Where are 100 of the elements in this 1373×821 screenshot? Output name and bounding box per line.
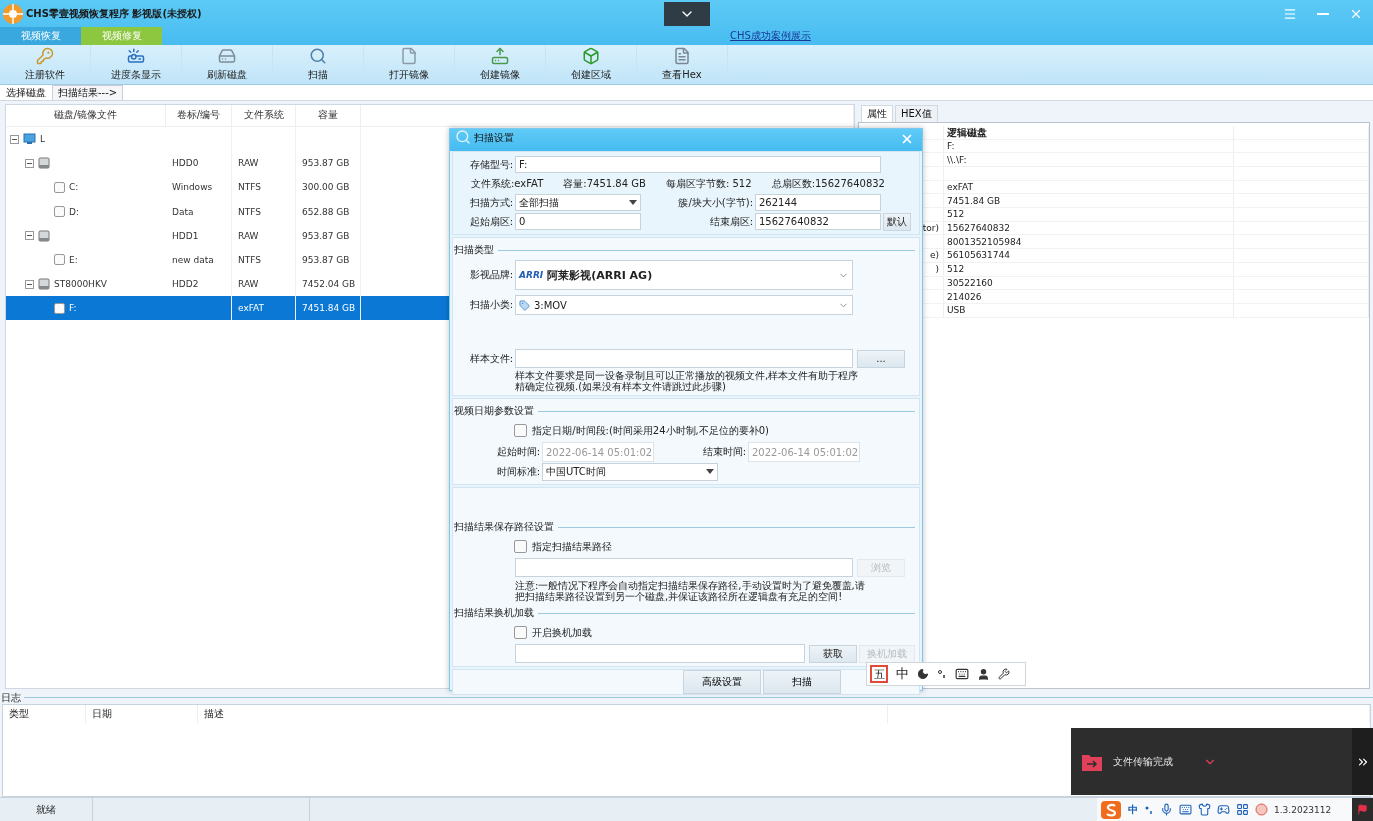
file-system: exFAT xyxy=(238,303,264,314)
punctuation-icon[interactable] xyxy=(1144,804,1154,815)
file-system: RAW xyxy=(238,158,259,169)
box-icon xyxy=(582,46,600,65)
checkbox[interactable] xyxy=(514,626,527,639)
dropdown-button[interactable] xyxy=(663,1,710,26)
property-name: tor) xyxy=(922,223,939,234)
version-text: 1.3.2023112 xyxy=(1274,804,1332,815)
toolbar-button[interactable]: 刷新磁盘 xyxy=(182,45,273,84)
wrench-icon[interactable] xyxy=(998,668,1010,680)
info-text: 容量:7451.84 GB xyxy=(563,176,646,191)
field-label: 结束扇区: xyxy=(708,214,753,229)
moon-icon[interactable] xyxy=(917,668,929,680)
input-language[interactable]: 中 xyxy=(896,665,909,683)
toolbar-button[interactable]: 扫描 xyxy=(273,45,364,84)
property-value: 7451.84 GB xyxy=(947,195,1001,206)
punctuation-icon[interactable] xyxy=(937,669,947,679)
checkbox[interactable] xyxy=(54,206,65,218)
browse-button[interactable]: ... xyxy=(857,349,905,368)
property-tab[interactable]: HEX值 xyxy=(895,104,938,122)
app-logo-icon xyxy=(2,2,24,25)
property-value: 214026 xyxy=(947,291,982,302)
collapse-icon[interactable] xyxy=(25,231,34,241)
property-value: 8001352105984 xyxy=(947,236,1022,247)
hint-text: 样本文件要求是同一设备录制且可以正常播放的视频文件,样本文件有助于程序精确定位视频.(如果没有样本文件请跳过此步骤) xyxy=(515,371,860,392)
fetch-button[interactable]: 获取 xyxy=(809,644,857,663)
grid-icon[interactable] xyxy=(1236,803,1249,816)
input-field[interactable] xyxy=(515,349,853,368)
dialog-button[interactable]: 高级设置 xyxy=(683,670,761,694)
input-mode[interactable]: 五 xyxy=(870,665,888,683)
keyboard-icon[interactable] xyxy=(955,667,969,681)
disk-name: L xyxy=(40,134,45,145)
select-field[interactable]: 全部扫描 xyxy=(515,194,641,211)
status-text: 就绪 xyxy=(0,798,93,821)
hard-drive-icon xyxy=(218,46,236,65)
capacity: 7452.04 GB xyxy=(302,279,356,290)
field-label: 簇/块大小(字节): xyxy=(677,195,753,210)
select-field[interactable]: 3:MOV xyxy=(515,295,853,315)
checkbox-label: 开启换机加载 xyxy=(531,625,593,640)
case-link[interactable]: CHS成功案例展示 xyxy=(730,29,811,43)
round-icon[interactable] xyxy=(1255,803,1268,816)
column-header: 描述 xyxy=(198,705,888,724)
disk-name: E: xyxy=(69,255,78,265)
toolbar-button[interactable]: 进度条显示 xyxy=(91,45,182,84)
default-button[interactable]: 默认 xyxy=(883,212,911,231)
input-field[interactable]: 0 xyxy=(515,213,641,230)
volume-label: Data xyxy=(172,206,194,217)
field-label: 扫描小类: xyxy=(468,298,513,312)
close-button[interactable] xyxy=(900,132,914,146)
microphone-icon[interactable] xyxy=(1160,803,1173,816)
property-value: 56105631744 xyxy=(947,250,1010,261)
property-name: e) xyxy=(929,250,939,261)
dialog-button[interactable]: 扫描 xyxy=(763,670,841,694)
collapse-icon[interactable] xyxy=(25,279,34,289)
file-system: NTFS xyxy=(238,206,261,217)
toolbar-button[interactable]: 注册软件 xyxy=(0,45,91,84)
flag-icon[interactable] xyxy=(1357,804,1368,815)
collapse-icon[interactable] xyxy=(25,158,34,168)
projector-icon xyxy=(127,46,145,65)
capacity: 7451.84 GB xyxy=(302,303,356,314)
gamepad-icon[interactable] xyxy=(1217,803,1230,816)
brand-name: 阿莱影视(ARRI AG) xyxy=(547,267,653,283)
collapse-icon[interactable] xyxy=(10,134,19,144)
input-language[interactable]: 中 xyxy=(1128,802,1138,817)
checkbox[interactable] xyxy=(54,302,65,314)
hard-drive-icon xyxy=(38,278,50,291)
toolbar-button[interactable]: 打开镜像 xyxy=(364,45,455,84)
toolbar-button[interactable]: 查看Hex xyxy=(637,45,728,84)
sogou-icon[interactable] xyxy=(1100,799,1122,820)
field-label: 结束时间: xyxy=(701,445,746,459)
checkbox[interactable] xyxy=(54,181,65,193)
shirt-icon[interactable] xyxy=(1198,803,1211,816)
checkbox[interactable] xyxy=(514,540,527,553)
checkbox[interactable] xyxy=(54,254,65,266)
input-field[interactable] xyxy=(515,644,805,663)
checkbox-label: 指定日期/时间段:(时间采用24小时制,不足位的要补0) xyxy=(531,423,769,438)
hard-drive-icon xyxy=(38,157,50,170)
disk-name: F: xyxy=(69,303,77,314)
disk-name: C: xyxy=(69,182,79,193)
property-value: USB xyxy=(947,305,966,316)
select-field[interactable]: ARRI 阿莱影视(ARRI AG) xyxy=(515,260,853,290)
capacity: 953.87 GB xyxy=(302,158,350,169)
input-field[interactable]: 15627640832 xyxy=(755,213,881,230)
toolbar-button[interactable]: 创建镜像 xyxy=(455,45,546,84)
hard-drive-upload-icon xyxy=(491,46,509,65)
input-field[interactable]: 262144 xyxy=(755,194,881,211)
capacity: 953.87 GB xyxy=(302,255,350,265)
notification-message: 文件传输完成 xyxy=(1113,754,1173,769)
property-value: 15627640832 xyxy=(947,223,1010,234)
input-field[interactable] xyxy=(515,558,853,577)
field-label: 样本文件: xyxy=(468,351,513,366)
toolbar-button[interactable]: 创建区域 xyxy=(546,45,637,84)
section-heading: 扫描类型 xyxy=(454,243,494,257)
user-icon[interactable] xyxy=(977,667,990,681)
disk-name: ST8000HKV xyxy=(54,279,107,290)
menu-button[interactable] xyxy=(1283,6,1297,21)
document-icon xyxy=(673,46,691,65)
property-tab[interactable]: 属性 xyxy=(861,104,893,122)
input-field[interactable]: F: xyxy=(515,156,881,173)
field-label: 时间标准: xyxy=(495,464,540,479)
